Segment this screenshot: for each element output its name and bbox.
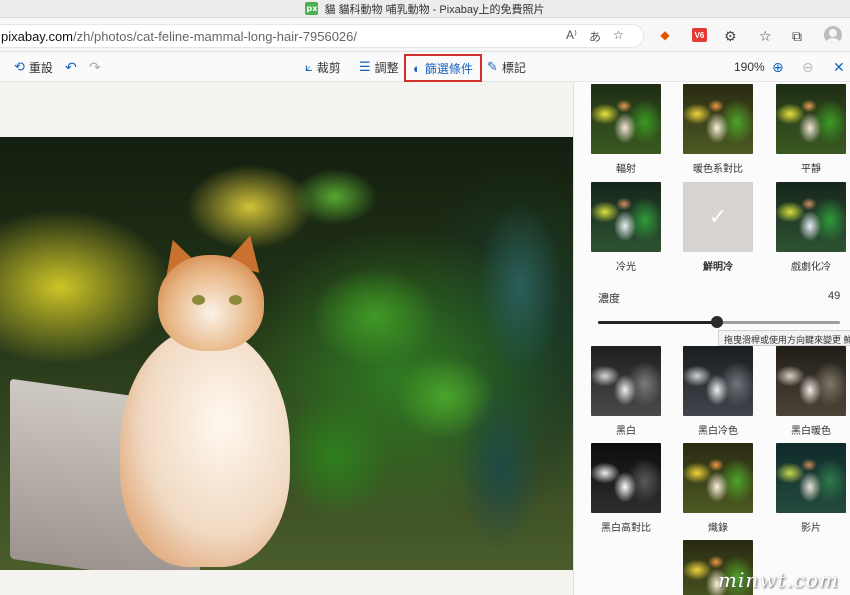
- checkmark-icon: ✓: [708, 204, 728, 229]
- reset-icon: ⟲: [14, 59, 25, 74]
- cat-body: [120, 327, 290, 567]
- filter-thumbnail[interactable]: [776, 346, 846, 416]
- zoom-out-icon[interactable]: ⊖: [802, 57, 814, 77]
- filter-label: 黑白: [616, 426, 636, 437]
- cat-head: [158, 255, 264, 351]
- filter-label: 影片: [801, 523, 821, 534]
- filter-thumbnail[interactable]: [776, 182, 846, 252]
- pen-icon: ✎: [487, 59, 498, 74]
- intensity-slider-handle[interactable]: [711, 316, 723, 328]
- zoom-level: 190%: [734, 60, 765, 74]
- intensity-slider-fill: [598, 321, 717, 324]
- reset-button[interactable]: ⟲ 重設: [14, 57, 53, 77]
- url-actions: A⁾ あ ☆: [566, 28, 624, 45]
- collections-icon[interactable]: ⧉: [792, 28, 802, 45]
- slider-tooltip: 拖曳滑桿或使用方向鍵來變更 鮮明: [718, 330, 850, 346]
- filter-thumbnail[interactable]: [776, 443, 846, 513]
- intensity-slider[interactable]: [598, 316, 840, 328]
- filter-label: 熾錄: [708, 523, 728, 534]
- filter-label: 平靜: [801, 164, 821, 175]
- window-title: 貓 貓科動物 哺乳動物 - Pixabay上的免費照片: [324, 3, 545, 16]
- cat-eye-right: [229, 295, 242, 305]
- markup-label: 標記: [501, 60, 526, 75]
- filter-thumbnail[interactable]: [591, 84, 661, 154]
- favorites-icon[interactable]: ☆: [759, 28, 772, 45]
- intensity-value: 49: [828, 290, 841, 302]
- filter-thumbnail[interactable]: [591, 443, 661, 513]
- reset-label: 重設: [28, 60, 53, 75]
- filter-label: 黑白高對比: [601, 523, 651, 534]
- read-aloud-icon[interactable]: A⁾: [566, 28, 577, 45]
- filter-thumbnail[interactable]: [683, 443, 753, 513]
- url-path: /zh/photos/cat-feline-mammal-long-hair-7…: [73, 28, 357, 44]
- watermark: minwt.com: [718, 568, 839, 592]
- intensity-label: 濃度: [598, 293, 620, 305]
- filter-label: 黑白冷色: [698, 426, 738, 437]
- filter-label: 輻射: [616, 164, 636, 175]
- url-field[interactable]: pixabay.com/zh/photos/cat-feline-mammal-…: [0, 24, 644, 48]
- crop-label: 裁剪: [316, 60, 341, 75]
- adjust-tab[interactable]: ☰ 調整: [359, 57, 399, 77]
- filter-thumbnail[interactable]: [683, 84, 753, 154]
- filter-label: 篩選條件: [424, 61, 473, 76]
- redo-icon[interactable]: ↷: [89, 57, 101, 77]
- window-title-bar: px 貓 貓科動物 哺乳動物 - Pixabay上的免費照片: [0, 0, 850, 18]
- undo-icon[interactable]: ↶: [65, 57, 77, 77]
- filter-thumbnail[interactable]: [776, 84, 846, 154]
- filter-label: 冷光: [616, 262, 636, 273]
- pixabay-favicon-icon: px: [305, 2, 319, 15]
- cat-photo: [0, 137, 573, 570]
- url-host: pixabay.com: [1, 28, 74, 44]
- filter-thumbnail[interactable]: ✓: [683, 182, 753, 252]
- close-icon[interactable]: ✕: [833, 57, 845, 77]
- filter-label: 戲劇化冷: [791, 262, 831, 273]
- markup-tab[interactable]: ✎ 標記: [487, 57, 526, 77]
- extension-red-icon[interactable]: V6: [692, 28, 707, 42]
- filter-label: 黑白暖色: [791, 426, 831, 437]
- filter-thumbnail[interactable]: [591, 182, 661, 252]
- browser-address-bar: pixabay.com/zh/photos/cat-feline-mammal-…: [0, 18, 850, 52]
- zoom-in-icon[interactable]: ⊕: [772, 57, 784, 77]
- extensions-puzzle-icon[interactable]: ⚙: [724, 28, 737, 45]
- filter-tab[interactable]: ◐ 篩選條件: [404, 54, 482, 82]
- filter-panel: 輻射 暖色系對比 平靜冷光 ✓ 鮮明冷 戲劇化冷 濃度 49 拖曳滑桿或使用方向鍵來變更 …: [573, 82, 850, 595]
- profile-avatar[interactable]: [824, 26, 842, 44]
- cat-eye-left: [192, 295, 205, 305]
- filter-label: 暖色系對比: [693, 164, 743, 175]
- adjust-label: 調整: [374, 60, 399, 75]
- favorite-icon[interactable]: ☆: [613, 28, 624, 45]
- photo-foreground-leaf: [430, 167, 570, 567]
- image-canvas: [0, 82, 574, 595]
- sliders-icon: ☰: [359, 59, 371, 74]
- extension-orange-icon[interactable]: ◆: [658, 28, 672, 42]
- filter-icon: ◐: [413, 60, 421, 76]
- crop-icon: ⟀: [305, 59, 313, 74]
- filter-thumbnail[interactable]: [683, 346, 753, 416]
- filter-label: 鮮明冷: [703, 262, 733, 273]
- translate-icon[interactable]: あ: [589, 28, 601, 45]
- image-editor-toolbar: ⟲ 重設 ↶ ↷ ⟀ 裁剪 ☰ 調整 ◐ 篩選條件 ✎ 標記 190% ⊕ ⊖ …: [0, 52, 850, 82]
- crop-tab[interactable]: ⟀ 裁剪: [305, 57, 341, 77]
- filter-thumbnail[interactable]: [591, 346, 661, 416]
